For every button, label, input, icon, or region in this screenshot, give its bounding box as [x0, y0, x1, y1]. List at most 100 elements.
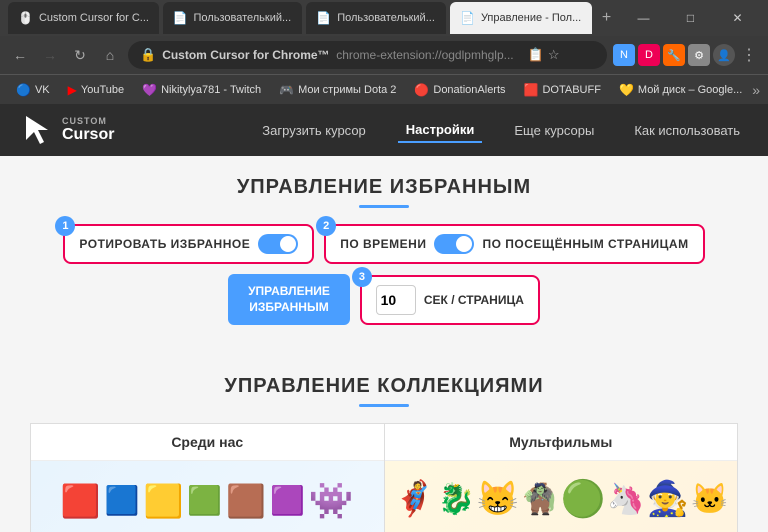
favorites-title: УПРАВЛЕНИЕ ИЗБРАННЫМ [30, 176, 738, 199]
menu-icon[interactable]: ⋮ [738, 44, 760, 66]
seconds-unit-label: СЕК / СТРАНИЦА [424, 293, 524, 307]
time-pages-control-box: 2 ПО ВРЕМЕНИ ПО ПОСЕЩЁННЫМ СТРАНИЦАМ [324, 224, 704, 264]
ext-icon-4[interactable]: ⚙ [688, 44, 710, 66]
bookmark-donation[interactable]: 🔴 DonationAlerts [406, 80, 513, 100]
maximize-button[interactable]: □ [668, 4, 713, 32]
bookmark-dotabuff[interactable]: 🟥 DOTABUFF [516, 80, 609, 100]
bookmarks-bar: 🔵 VK ▶ YouTube 💜 Nikitylya781 - Twitch 🎮… [0, 74, 768, 104]
tab-2-close[interactable]: ✕ [301, 13, 302, 24]
address-bar: ← → ↻ ⌂ 🔒 Custom Cursor for Chrome™ chro… [0, 36, 768, 74]
rotate-toggle-knob [280, 236, 296, 252]
ext-icon-2[interactable]: D [638, 44, 660, 66]
collections-title: УПРАВЛЕНИЕ КОЛЛЕКЦИЯМИ [30, 375, 738, 398]
site-logo[interactable]: Custom Cursor [20, 112, 114, 148]
by-time-label: ПО ВРЕМЕНИ [340, 237, 426, 251]
rotate-control-box: 1 РОТИРОВАТЬ ИЗБРАННОЕ [63, 224, 314, 264]
controls-row: 1 РОТИРОВАТЬ ИЗБРАННОЕ 2 ПО ВРЕМЕНИ [30, 224, 738, 325]
nav-settings[interactable]: Настройки [398, 118, 483, 143]
logo-icon [20, 112, 56, 148]
back-button[interactable]: ← [8, 43, 32, 67]
star-icon[interactable]: ☆ [548, 47, 560, 63]
bookmark-disk-label: Мой диск – Google... [638, 84, 742, 96]
reader-icon[interactable]: 📋 [528, 47, 544, 63]
close-button[interactable]: ✕ [715, 4, 760, 32]
dotabuff-icon: 🟥 [524, 83, 539, 97]
bookmark-disk[interactable]: 💛 Мой диск – Google... [611, 80, 750, 100]
cartoon-char-1: 🦸 [393, 479, 435, 519]
among-char-1: 🟥 [61, 485, 101, 517]
donation-icon: 🔴 [414, 83, 429, 97]
tab-2[interactable]: 📄 Пользователький... ✕ [163, 2, 303, 34]
tab-1-label: Custom Cursor for C... [39, 12, 149, 24]
nav-how[interactable]: Как использовать [626, 119, 748, 142]
tab-4-close[interactable]: ✕ [591, 13, 592, 24]
time-pages-toggle[interactable] [434, 234, 474, 254]
bookmark-vk[interactable]: 🔵 VK [8, 80, 58, 100]
collection-among-us[interactable]: Среди нас 🟥 🟦 🟨 🟩 🟫 🟪 👾 🟧 ⬛ [30, 423, 384, 532]
nav-load[interactable]: Загрузить курсор [254, 119, 374, 142]
address-display: Custom Cursor for Chrome™ chrome-extensi… [162, 48, 513, 62]
bookmark-dota[interactable]: 🎮 Мои стримы Dota 2 [271, 80, 404, 100]
cartoon-char-4: 🧌 [521, 482, 558, 517]
window-controls: — □ ✕ [621, 4, 760, 32]
tab-4-label: Управление - Пол... [481, 12, 581, 24]
logo-custom-text: Custom [62, 116, 114, 126]
among-char-6: 🟪 [270, 487, 305, 515]
nav-more[interactable]: Еще курсоры [506, 119, 602, 142]
secure-icon: 🔒 [140, 47, 156, 63]
tab-3-label: Пользователький... [337, 12, 435, 24]
title-bar: 🖱️ Custom Cursor for C... ✕ 📄 Пользовате… [0, 0, 768, 36]
bookmark-dota-label: Мои стримы Dota 2 [298, 84, 396, 96]
bookmark-twitch[interactable]: 💜 Nikitylya781 - Twitch [134, 80, 269, 100]
collection-cartoons[interactable]: Мультфильмы 🦸 🐉 😸 🧌 🟢 🦄 🧙 🐱 🎃 🐟 [384, 423, 739, 532]
among-char-big: 👾 [309, 480, 354, 522]
collection-cartoons-images: 🦸 🐉 😸 🧌 🟢 🦄 🧙 🐱 🎃 🐟 🦊 🐴 [385, 461, 738, 532]
collections-section: УПРАВЛЕНИЕ КОЛЛЕКЦИЯМИ Среди нас 🟥 🟦 🟨 🟩… [0, 359, 768, 532]
tab-3-close[interactable]: ✕ [445, 13, 446, 24]
collection-cartoons-title: Мультфильмы [385, 424, 738, 461]
favorites-section: УПРАВЛЕНИЕ ИЗБРАННЫМ 1 РОТИРОВАТЬ ИЗБРАН… [0, 156, 768, 359]
bookmark-youtube[interactable]: ▶ YouTube [60, 80, 132, 100]
home-button[interactable]: ⌂ [98, 43, 122, 67]
tab-4-active[interactable]: 📄 Управление - Пол... ✕ [450, 2, 592, 34]
bookmark-youtube-label: YouTube [81, 84, 124, 96]
collections-divider [359, 404, 409, 407]
win-controls-flat: — □ ✕ [621, 4, 760, 32]
disk-icon: 💛 [619, 83, 634, 97]
tab-1-favicon: 🖱️ [18, 11, 33, 25]
address-action-icons: 📋 ☆ [528, 47, 560, 63]
logo-text: Custom Cursor [62, 116, 114, 144]
tab-1[interactable]: 🖱️ Custom Cursor for C... ✕ [8, 2, 159, 34]
page-content: Custom Cursor Загрузить курсор Настройки… [0, 104, 768, 532]
minimize-button[interactable]: — [621, 4, 666, 32]
dota-icon: 🎮 [279, 83, 294, 97]
logo-cursor-text: Cursor [62, 126, 114, 144]
rotate-toggle[interactable] [258, 234, 298, 254]
bookmarks-more-button[interactable]: » [752, 82, 760, 98]
ext-icon-3[interactable]: 🔧 [663, 44, 685, 66]
profile-icon[interactable]: 👤 [713, 44, 735, 66]
twitch-icon: 💜 [142, 83, 157, 97]
bookmark-dotabuff-label: DOTABUFF [542, 84, 600, 96]
time-pages-toggle-knob [456, 236, 472, 252]
tab-2-label: Пользователький... [194, 12, 292, 24]
cartoon-char-5: 🦄 [607, 482, 644, 517]
extensions-area: N D 🔧 ⚙ 👤 ⋮ [613, 44, 760, 66]
step-1-badge: 1 [55, 216, 75, 236]
cartoon-char-6: 🧙 [647, 479, 689, 519]
among-char-4: 🟩 [187, 487, 222, 515]
bookmark-twitch-label: Nikitylya781 - Twitch [161, 84, 261, 96]
vk-icon: 🔵 [16, 83, 31, 97]
cartoon-char-big: 🟢 [561, 478, 606, 520]
tab-4-favicon: 📄 [460, 11, 475, 25]
new-tab-button[interactable]: + [596, 6, 617, 30]
ext-cursor-icon[interactable]: N [613, 44, 635, 66]
tab-3[interactable]: 📄 Пользователький... ✕ [306, 2, 446, 34]
forward-button[interactable]: → [38, 43, 62, 67]
address-input[interactable]: 🔒 Custom Cursor for Chrome™ chrome-exten… [128, 41, 607, 69]
seconds-input[interactable] [376, 285, 416, 315]
reload-button[interactable]: ↻ [68, 43, 92, 67]
manage-favorites-button[interactable]: УПРАВЛЕНИЕ ИЗБРАННЫМ [228, 274, 350, 325]
bookmark-vk-label: VK [35, 84, 50, 96]
site-nav: Загрузить курсор Настройки Еще курсоры К… [254, 118, 748, 143]
